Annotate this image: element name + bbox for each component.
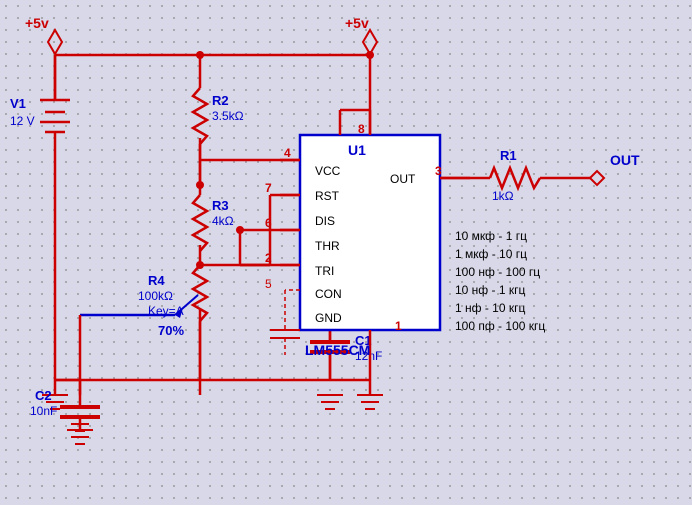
- r4-value: 100kΩ: [138, 289, 173, 303]
- pin8-num: 8: [358, 122, 365, 136]
- v1-label: V1: [10, 96, 26, 111]
- ic-pin-rst: RST: [315, 189, 340, 203]
- freq-line-2: 1 мкф - 10 гц: [455, 247, 527, 261]
- freq-line-1: 10 мкф - 1 гц: [455, 229, 527, 243]
- pin5-num: 5: [265, 277, 272, 291]
- r1-value: 1kΩ: [492, 189, 514, 203]
- r2-value: 3.5kΩ: [212, 109, 244, 123]
- r4-pct: 70%: [158, 323, 184, 338]
- freq-line-6: 100 пф - 100 кгц: [455, 319, 545, 333]
- u1-label: U1: [348, 142, 366, 158]
- pin3-num: 3: [435, 164, 442, 178]
- pin4-num: 4: [284, 146, 291, 160]
- ic-pin-con: CON: [315, 287, 342, 301]
- ic-pin-dis: DIS: [315, 214, 335, 228]
- freq-line-5: 1 нф - 10 кгц: [455, 301, 525, 315]
- freq-line-3: 100 нф - 100 гц: [455, 265, 540, 279]
- vcc-left-label: +5v: [25, 15, 49, 31]
- r4-label: R4: [148, 273, 165, 288]
- out-label: OUT: [610, 152, 640, 168]
- vcc-right-label: +5v: [345, 15, 369, 31]
- ic-pin-vcc: VCC: [315, 164, 341, 178]
- r4-key: Key=A: [148, 304, 184, 318]
- ic-pin-out: OUT: [390, 172, 416, 186]
- ic-model-label: LM555CM: [305, 342, 370, 358]
- freq-line-4: 10 нф - 1 кгц: [455, 283, 525, 297]
- c2-label: C2: [35, 388, 52, 403]
- pin7-num: 7: [265, 181, 272, 195]
- c2-value: 10nF: [30, 404, 57, 418]
- pin2-num: 2: [265, 251, 272, 265]
- r1-label: R1: [500, 148, 517, 163]
- ic-pin-tri: TRI: [315, 264, 334, 278]
- v1-value: 12 V: [10, 114, 35, 128]
- r3-label: R3: [212, 198, 229, 213]
- pin1-num: 1: [395, 319, 402, 333]
- r3-value: 4kΩ: [212, 214, 234, 228]
- ic-pin-gnd: GND: [315, 311, 342, 325]
- ic-pin-thr: THR: [315, 239, 340, 253]
- pin6-num: 6: [265, 216, 272, 230]
- r2-label: R2: [212, 93, 229, 108]
